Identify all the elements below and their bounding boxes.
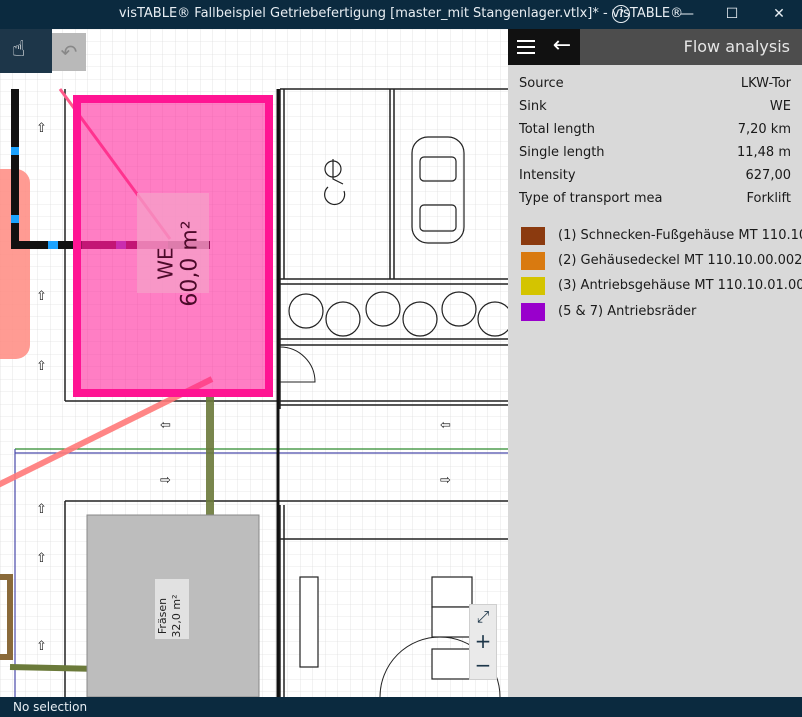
undo-icon: ↶: [60, 40, 78, 64]
area-fraesen-size: 32,0 m²: [170, 594, 183, 638]
legend-item: (1) Schnecken-Fußgehäuse MT 110.10.0: [521, 227, 802, 245]
svg-text:⇦: ⇦: [160, 418, 171, 433]
zoom-out-button[interactable]: −: [470, 653, 496, 677]
menu-button[interactable]: [508, 29, 544, 65]
layout-canvas[interactable]: ⇧ ⇧ ⇧ ⇧ ⇧ ⇧ ⇦ ⇦ ⇨ ⇨ WE 60,0 m² Fräsen 32…: [0, 29, 508, 697]
zoom-controls: ⤢ + −: [469, 604, 497, 680]
floor-plan: ⇧ ⇧ ⇧ ⇧ ⇧ ⇧ ⇦ ⇦ ⇨ ⇨: [0, 29, 508, 697]
property-sink: Sink WE: [519, 99, 791, 114]
area-we-size: 60,0 m²: [177, 220, 203, 307]
svg-text:⇧: ⇧: [36, 121, 47, 136]
svg-text:⇨: ⇨: [160, 473, 171, 488]
svg-text:⇧: ⇧: [36, 289, 47, 304]
legend-swatch: [521, 252, 545, 270]
back-button[interactable]: ←: [544, 29, 580, 65]
legend-item: (3) Antriebsgehäuse MT 110.10.01.001: [521, 277, 802, 295]
legend-item: (2) Gehäusedeckel MT 110.10.00.002: [521, 252, 802, 270]
panel-header: ← Flow analysis: [508, 29, 802, 65]
hamburger-icon: [517, 40, 535, 42]
area-we-name: WE: [153, 247, 178, 280]
status-text: No selection: [13, 700, 88, 714]
svg-text:⇧: ⇧: [36, 551, 47, 566]
undo-button[interactable]: ↶: [52, 33, 86, 71]
area-fraesen-name: Fräsen: [156, 597, 169, 635]
property-source: Source LKW-Tor: [519, 76, 791, 91]
property-single-length: Single length 11,48 m: [519, 145, 791, 160]
property-intensity: Intensity 627,00: [519, 168, 791, 183]
property-total-length: Total length 7,20 km: [519, 122, 791, 137]
panel-title: Flow analysis: [683, 37, 790, 56]
close-button[interactable]: ✕: [756, 0, 802, 29]
minimize-button[interactable]: —: [664, 0, 710, 29]
svg-text:⇨: ⇨: [440, 473, 451, 488]
svg-text:⇧: ⇧: [36, 639, 47, 654]
hand-select-icon: ☝: [12, 37, 26, 62]
svg-text:⇦: ⇦: [440, 418, 451, 433]
property-transport-type: Type of transport mea Forklift: [519, 191, 791, 206]
legend-swatch: [521, 277, 545, 295]
title-bar: visTABLE® Fallbeispiel Getriebefertigung…: [0, 0, 802, 29]
legend-swatch: [521, 227, 545, 245]
zoom-fit-icon[interactable]: ⤢: [470, 607, 496, 627]
status-bar: No selection: [0, 697, 802, 717]
flow-analysis-panel: ← Flow analysis Source LKW-Tor Sink WE Tot…: [508, 29, 802, 697]
legend-item: (5 & 7) Antriebsräder: [521, 303, 802, 321]
selection-tool-button[interactable]: ☝: [0, 29, 52, 73]
svg-text:⇧: ⇧: [36, 359, 47, 374]
maximize-button[interactable]: ☐: [709, 0, 755, 29]
help-icon[interactable]: ?: [612, 5, 630, 23]
legend-swatch: [521, 303, 545, 321]
svg-text:⇧: ⇧: [36, 502, 47, 517]
arrow-left-icon: ←: [552, 33, 572, 58]
zoom-in-button[interactable]: +: [470, 629, 496, 653]
